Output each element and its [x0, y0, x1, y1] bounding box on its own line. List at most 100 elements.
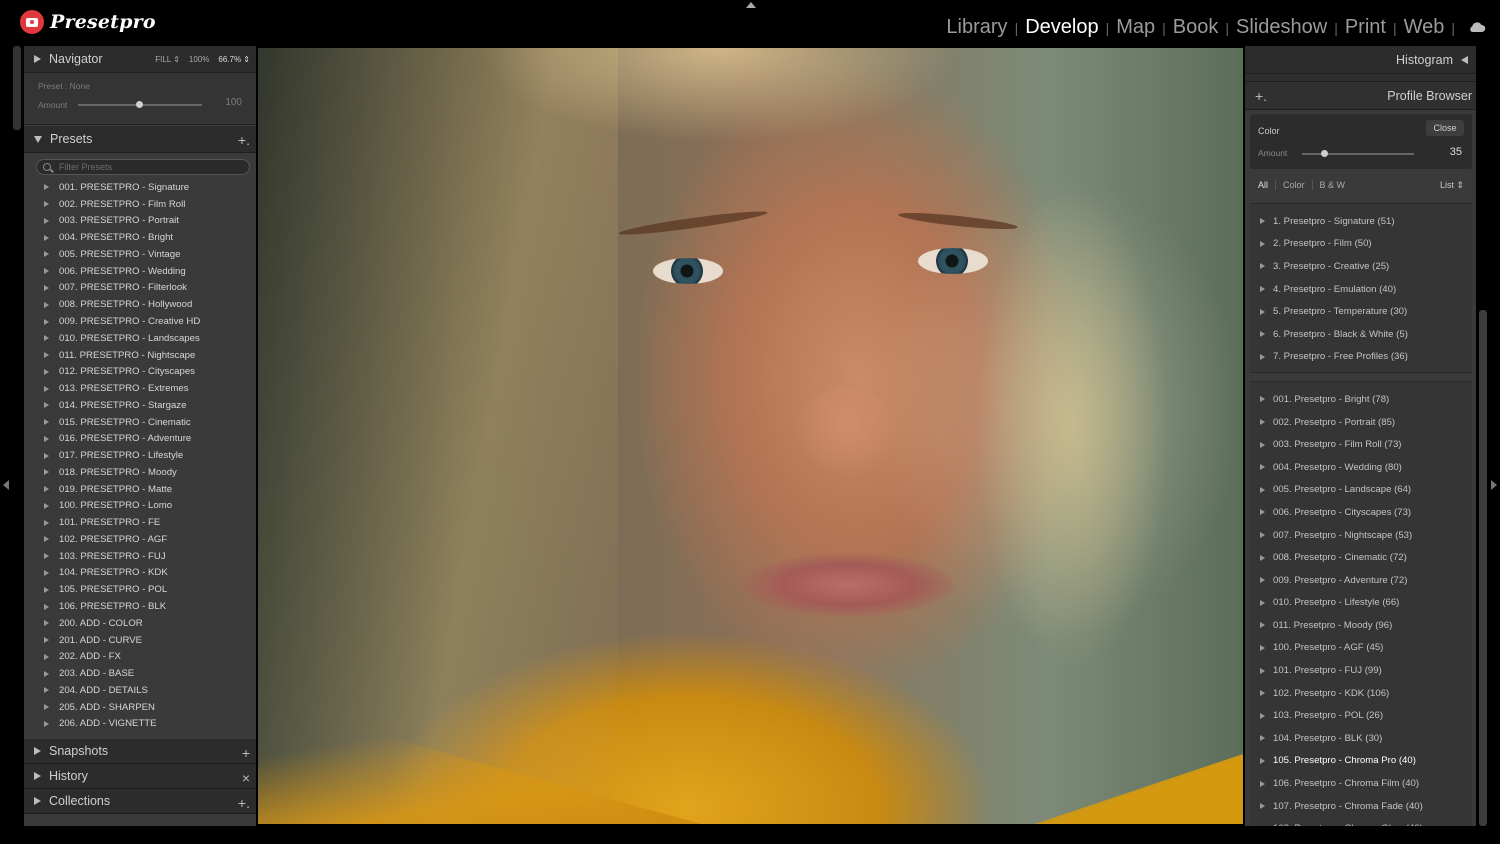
preset-folder-label: 103. PRESETPRO - FUJ	[59, 550, 166, 562]
preset-folder[interactable]: 013. PRESETPRO - Extremes	[44, 380, 256, 397]
preset-amount-knob[interactable]	[136, 101, 143, 108]
clear-history-icon[interactable]: ×	[242, 770, 250, 786]
preset-folder[interactable]: 104. PRESETPRO - KDK	[44, 565, 256, 582]
module-web[interactable]: Web	[1398, 16, 1451, 39]
left-panel-toggle-icon[interactable]	[3, 480, 9, 490]
preset-folder[interactable]: 203. ADD - BASE	[44, 665, 256, 682]
module-map[interactable]: Map	[1110, 16, 1161, 39]
profile-item[interactable]: 101. Presetpro - FUJ (99)	[1250, 659, 1472, 682]
module-develop[interactable]: Develop	[1019, 16, 1104, 39]
cloud-sync-icon[interactable]	[1468, 22, 1486, 33]
preset-folder[interactable]: 002. PRESETPRO - Film Roll	[44, 196, 256, 213]
add-preset-icon[interactable]: +.	[238, 132, 250, 148]
preset-folder[interactable]: 015. PRESETPRO - Cinematic	[44, 414, 256, 431]
profile-item[interactable]: 100. Presetpro - AGF (45)	[1250, 637, 1472, 660]
profile-group[interactable]: 6. Presetpro - Black & White (5)	[1250, 323, 1472, 346]
profile-item[interactable]: 106. Presetpro - Chroma Film (40)	[1250, 772, 1472, 795]
module-library[interactable]: Library	[940, 16, 1013, 39]
preset-folder[interactable]: 202. ADD - FX	[44, 648, 256, 665]
profile-item[interactable]: 004. Presetpro - Wedding (80)	[1250, 456, 1472, 479]
preset-folder[interactable]: 005. PRESETPRO - Vintage	[44, 246, 256, 263]
module-book[interactable]: Book	[1167, 16, 1225, 39]
preset-folder[interactable]: 204. ADD - DETAILS	[44, 682, 256, 699]
preset-folder[interactable]: 003. PRESETPRO - Portrait	[44, 213, 256, 230]
preset-folder[interactable]: 106. PRESETPRO - BLK	[44, 598, 256, 615]
profile-item[interactable]: 009. Presetpro - Adventure (72)	[1250, 569, 1472, 592]
preset-folder[interactable]: 010. PRESETPRO - Landscapes	[44, 330, 256, 347]
preset-folder[interactable]: 008. PRESETPRO - Hollywood	[44, 296, 256, 313]
profile-item[interactable]: 011. Presetpro - Moody (96)	[1250, 614, 1472, 637]
close-button[interactable]: Close	[1426, 120, 1464, 136]
preset-folder[interactable]: 006. PRESETPRO - Wedding	[44, 263, 256, 280]
preset-folder[interactable]: 206. ADD - VIGNETTE	[44, 716, 256, 733]
profile-amount-slider[interactable]	[1302, 153, 1414, 155]
profile-amount-knob[interactable]	[1321, 150, 1329, 157]
module-separator: |	[1451, 19, 1455, 36]
right-panel-toggle-icon[interactable]	[1491, 480, 1497, 490]
preset-folder[interactable]: 105. PRESETPRO - POL	[44, 581, 256, 598]
preset-folder[interactable]: 103. PRESETPRO - FUJ	[44, 548, 256, 565]
profile-group[interactable]: 5. Presetpro - Temperature (30)	[1250, 300, 1472, 323]
profile-item[interactable]: 102. Presetpro - KDK (106)	[1250, 682, 1472, 705]
add-profile-icon[interactable]: +.	[1255, 88, 1267, 104]
collections-header[interactable]: Collections +.	[24, 789, 256, 814]
list-view-select[interactable]: List ⇕	[1440, 180, 1472, 191]
preset-folder[interactable]: 001. PRESETPRO - Signature	[44, 179, 256, 196]
module-print[interactable]: Print	[1339, 16, 1392, 39]
preset-folder[interactable]: 019. PRESETPRO - Matte	[44, 481, 256, 498]
preset-folder[interactable]: 007. PRESETPRO - Filterlook	[44, 280, 256, 297]
histogram-header[interactable]: Histogram	[1245, 46, 1476, 74]
preset-folder[interactable]: 009. PRESETPRO - Creative HD	[44, 313, 256, 330]
preset-folder[interactable]: 201. ADD - CURVE	[44, 632, 256, 649]
profile-group[interactable]: 2. Presetpro - Film (50)	[1250, 233, 1472, 256]
preset-folder[interactable]: 018. PRESETPRO - Moody	[44, 464, 256, 481]
profile-group[interactable]: 1. Presetpro - Signature (51)	[1250, 210, 1472, 233]
preset-folder[interactable]: 205. ADD - SHARPEN	[44, 699, 256, 716]
photo-canvas[interactable]	[258, 48, 1243, 824]
add-collection-icon[interactable]: +.	[238, 795, 250, 811]
profile-group[interactable]: 7. Presetpro - Free Profiles (36)	[1250, 346, 1472, 369]
top-panel-toggle-icon[interactable]	[746, 2, 756, 8]
presets-header[interactable]: Presets +.	[24, 126, 256, 153]
right-scrollbar[interactable]	[1479, 310, 1487, 826]
profile-item[interactable]: 006. Presetpro - Cityscapes (73)	[1250, 501, 1472, 524]
preset-folder[interactable]: 004. PRESETPRO - Bright	[44, 229, 256, 246]
profile-item[interactable]: 105. Presetpro - Chroma Pro (40)	[1250, 750, 1472, 773]
profile-item[interactable]: 008. Presetpro - Cinematic (72)	[1250, 546, 1472, 569]
profile-item[interactable]: 001. Presetpro - Bright (78)	[1250, 388, 1472, 411]
profile-item[interactable]: 107. Presetpro - Chroma Fade (40)	[1250, 795, 1472, 818]
preset-folder[interactable]: 017. PRESETPRO - Lifestyle	[44, 447, 256, 464]
preset-folder[interactable]: 100. PRESETPRO - Lomo	[44, 498, 256, 515]
filter-all[interactable]: All	[1258, 180, 1275, 190]
profile-item-label: 100. Presetpro - AGF (45)	[1273, 642, 1384, 654]
zoom-fill-option[interactable]: FILL ⇕	[155, 55, 180, 64]
profile-item[interactable]: 005. Presetpro - Landscape (64)	[1250, 479, 1472, 502]
preset-folder-label: 200. ADD - COLOR	[59, 617, 143, 629]
preset-folder[interactable]: 101. PRESETPRO - FE	[44, 514, 256, 531]
left-scrollbar[interactable]	[13, 46, 21, 130]
profile-item[interactable]: 010. Presetpro - Lifestyle (66)	[1250, 592, 1472, 615]
filter-bw[interactable]: B & W	[1313, 180, 1353, 190]
filter-color[interactable]: Color	[1276, 180, 1312, 190]
preset-folder[interactable]: 012. PRESETPRO - Cityscapes	[44, 363, 256, 380]
module-slideshow[interactable]: Slideshow	[1230, 16, 1333, 39]
preset-folder[interactable]: 200. ADD - COLOR	[44, 615, 256, 632]
filter-presets-input[interactable]: Filter Presets	[36, 159, 250, 175]
profile-group[interactable]: 4. Presetpro - Emulation (40)	[1250, 278, 1472, 301]
preset-folder[interactable]: 014. PRESETPRO - Stargaze	[44, 397, 256, 414]
profile-group[interactable]: 3. Presetpro - Creative (25)	[1250, 255, 1472, 278]
history-header[interactable]: History ×	[24, 764, 256, 789]
profile-item[interactable]: 003. Presetpro - Film Roll (73)	[1250, 433, 1472, 456]
zoom-100-option[interactable]: 100%	[189, 55, 209, 64]
profile-item[interactable]: 002. Presetpro - Portrait (85)	[1250, 411, 1472, 434]
zoom-current-option[interactable]: 66.7% ⇕	[218, 55, 250, 64]
preset-folder[interactable]: 016. PRESETPRO - Adventure	[44, 430, 256, 447]
profile-item[interactable]: 007. Presetpro - Nightscape (53)	[1250, 524, 1472, 547]
snapshots-header[interactable]: Snapshots +	[24, 739, 256, 764]
add-snapshot-icon[interactable]: +	[242, 745, 250, 761]
navigator-header[interactable]: Navigator FILL ⇕ 100% 66.7% ⇕	[24, 46, 256, 73]
preset-folder[interactable]: 102. PRESETPRO - AGF	[44, 531, 256, 548]
profile-item[interactable]: 103. Presetpro - POL (26)	[1250, 704, 1472, 727]
preset-folder[interactable]: 011. PRESETPRO - Nightscape	[44, 347, 256, 364]
profile-item[interactable]: 104. Presetpro - BLK (30)	[1250, 727, 1472, 750]
